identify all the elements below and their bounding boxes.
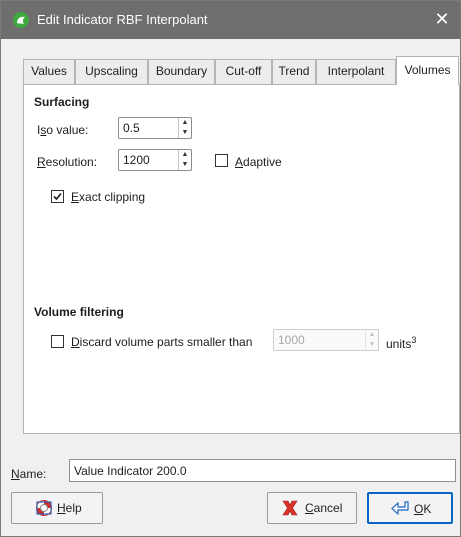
iso-value-label: Iso value: (37, 123, 89, 137)
tab-cut-off[interactable]: Cut-off (215, 59, 272, 84)
exact-clipping-checkbox[interactable] (51, 190, 64, 203)
dialog-window: Edit Indicator RBF Interpolant ✕ Values … (0, 0, 461, 537)
tab-volumes[interactable]: Volumes (396, 56, 459, 85)
volume-threshold-input (274, 330, 366, 350)
volume-threshold-stepper: ▲ ▼ (365, 330, 378, 350)
volume-filtering-title: Volume filtering (34, 305, 124, 319)
resolution-stepper[interactable]: ▲ ▼ (178, 150, 191, 170)
iso-value-input[interactable] (119, 118, 179, 138)
name-label: Name: (11, 467, 47, 481)
spin-up-icon: ▲ (368, 331, 376, 338)
adaptive-checkbox[interactable] (215, 154, 228, 167)
tab-values[interactable]: Values (23, 59, 75, 84)
red-x-icon (280, 499, 300, 517)
help-button[interactable]: Help (11, 492, 103, 524)
cancel-label: Cancel (305, 501, 343, 515)
volumes-panel: Surfacing Iso value: ▲ ▼ Resolution: ▲ ▼… (23, 84, 460, 434)
title-bar[interactable]: Edit Indicator RBF Interpolant ✕ (1, 1, 460, 39)
tab-upscaling[interactable]: Upscaling (75, 59, 148, 84)
help-label: Help (57, 501, 82, 515)
exact-clipping-label[interactable]: Exact clipping (71, 190, 145, 204)
adaptive-label[interactable]: Adaptive (235, 155, 282, 169)
volume-threshold-spinbox: ▲ ▼ (273, 329, 379, 351)
check-mark-icon (53, 192, 62, 201)
surfacing-title: Surfacing (34, 95, 90, 109)
resolution-input[interactable] (119, 150, 179, 170)
spin-up-icon[interactable]: ▲ (179, 118, 191, 128)
spin-up-icon[interactable]: ▲ (179, 150, 191, 160)
ok-arrow-icon (390, 500, 410, 518)
units-label: units3 (386, 335, 417, 351)
ok-button[interactable]: OK (367, 492, 453, 524)
iso-value-stepper[interactable]: ▲ ▼ (178, 118, 191, 138)
spin-down-icon[interactable]: ▼ (179, 160, 191, 170)
discard-volume-checkbox[interactable] (51, 335, 64, 348)
lifebuoy-icon (34, 499, 54, 517)
tab-trend[interactable]: Trend (272, 59, 316, 84)
name-input[interactable] (69, 459, 456, 482)
window-title: Edit Indicator RBF Interpolant (37, 12, 208, 27)
tab-boundary[interactable]: Boundary (148, 59, 215, 84)
tab-interpolant[interactable]: Interpolant (316, 59, 396, 84)
discard-volume-label[interactable]: Discard volume parts smaller than (71, 335, 252, 349)
iso-value-spinbox[interactable]: ▲ ▼ (118, 117, 192, 139)
resolution-label: Resolution: (37, 155, 98, 169)
ok-label: OK (414, 502, 432, 516)
resolution-spinbox[interactable]: ▲ ▼ (118, 149, 192, 171)
cancel-button[interactable]: Cancel (267, 492, 357, 524)
close-button[interactable]: ✕ (424, 1, 460, 39)
spin-down-icon: ▼ (368, 341, 376, 348)
spin-down-icon[interactable]: ▼ (179, 128, 191, 138)
leapfrog-app-icon (13, 12, 29, 28)
